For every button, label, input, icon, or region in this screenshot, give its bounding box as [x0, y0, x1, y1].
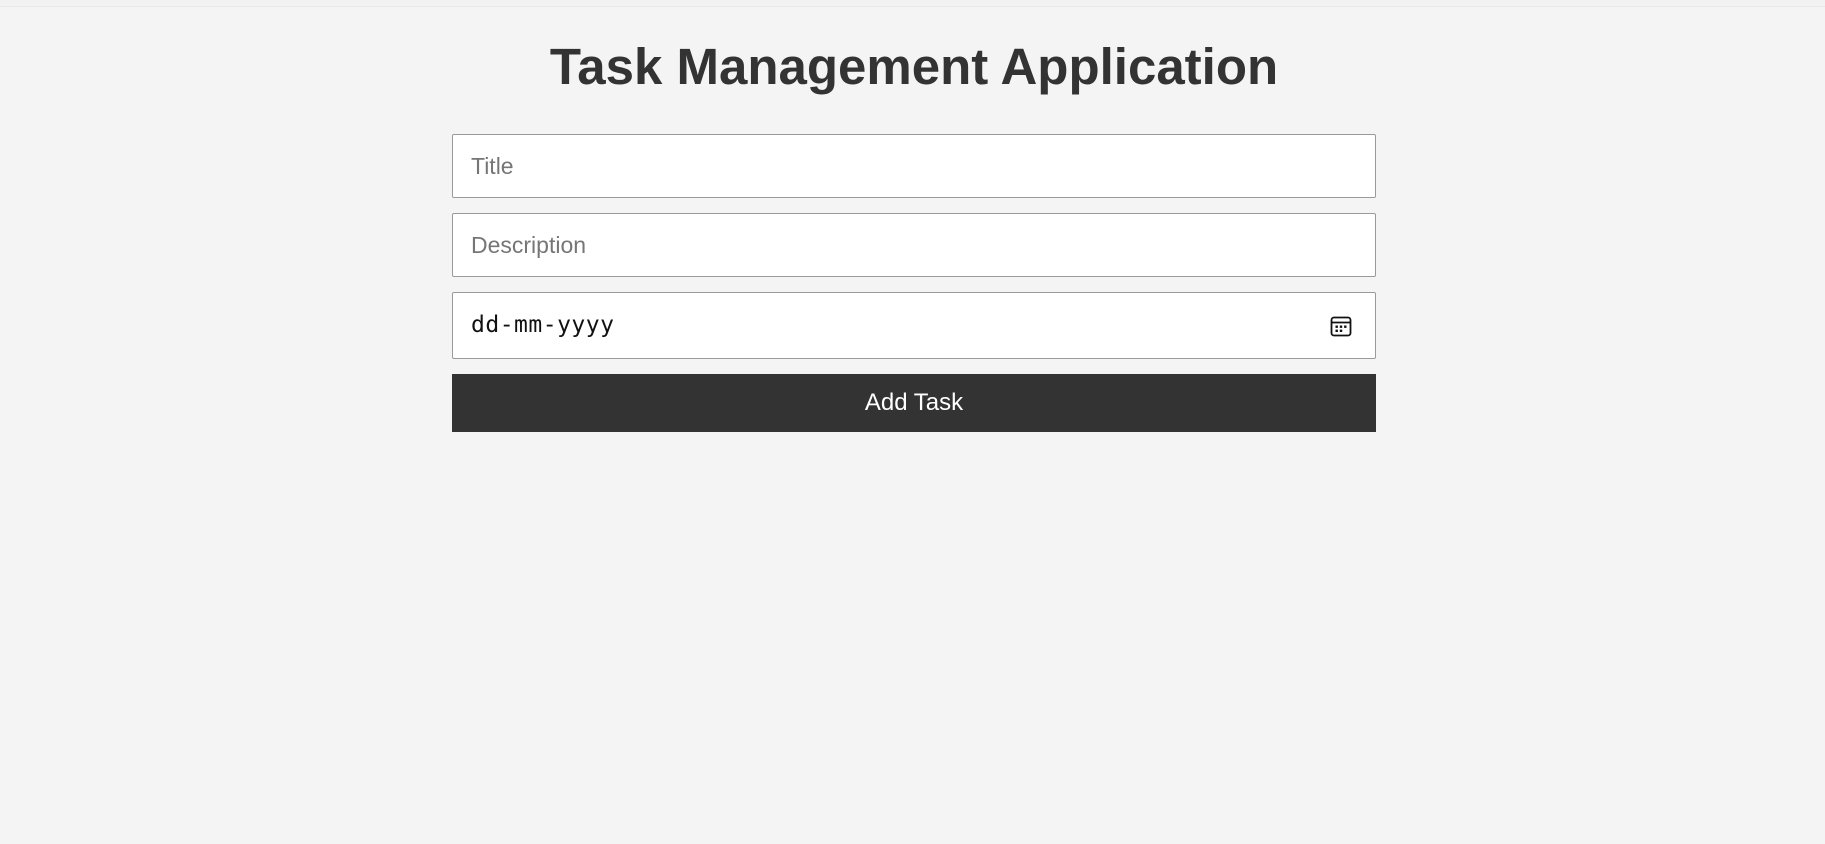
due-date-input[interactable]: dd-mm-yyyy	[452, 292, 1376, 359]
date-placeholder: dd-mm-yyyy	[471, 312, 615, 338]
title-input[interactable]	[452, 134, 1376, 198]
description-input[interactable]	[452, 213, 1376, 277]
add-task-button[interactable]: Add Task	[452, 374, 1376, 432]
top-divider	[0, 0, 1825, 7]
page-title: Task Management Application	[549, 38, 1279, 95]
calendar-icon[interactable]	[1329, 314, 1353, 338]
